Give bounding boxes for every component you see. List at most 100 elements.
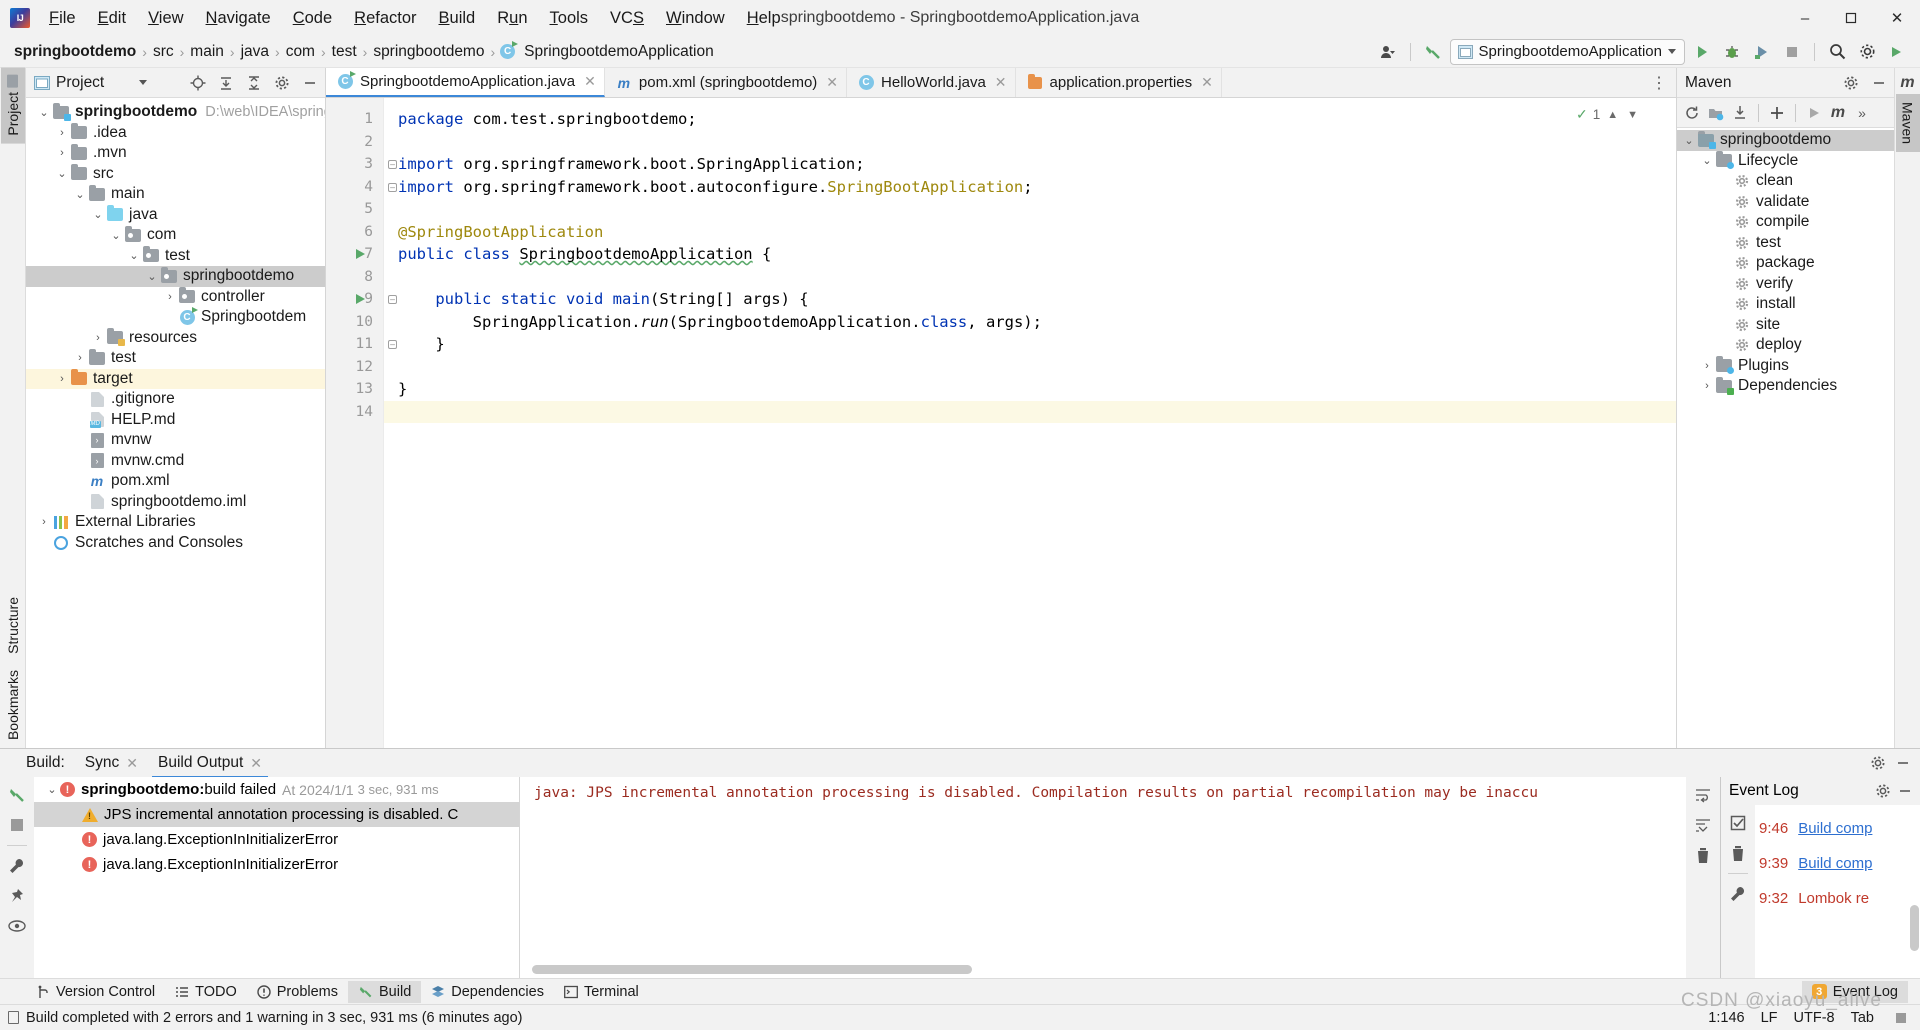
gutter-line[interactable]: 12 [326,356,383,379]
project-tree-row[interactable]: › target [26,368,325,389]
hide-panel-icon[interactable] [299,72,321,94]
gutter-line[interactable]: 1 [326,108,383,131]
trash-icon[interactable] [1725,839,1751,867]
reload-icon[interactable] [1681,102,1703,124]
chevron-down-icon[interactable]: ▼ [1625,109,1640,121]
menu-window[interactable]: Window [655,4,736,32]
code-line[interactable]: import org.springframework.boot.SpringAp… [384,153,1676,176]
file-encoding[interactable]: UTF-8 [1794,1010,1835,1026]
build-tree-row[interactable]: ! java.lang.ExceptionInInitializerError [34,827,519,852]
chevron-down-icon[interactable] [138,80,147,85]
build-output-tree[interactable]: ⌄! springbootdemo: build failed At 2024/1/… [34,777,520,978]
code-line[interactable] [384,400,1676,423]
line-separator[interactable]: LF [1761,1010,1778,1026]
project-tree[interactable]: ⌄ springbootdemo D:\web\IDEA\spring › .idea ›… [26,98,325,748]
code-line[interactable]: } [384,378,1676,401]
tool-button-terminal[interactable]: Terminal [554,981,649,1003]
editor-tabs-more[interactable]: ⋮ [1642,68,1676,97]
chevron-down-icon[interactable]: ⌄ [1699,154,1715,167]
add-maven-project-icon[interactable] [1705,102,1727,124]
settings-icon[interactable] [1867,752,1889,774]
project-tree-row[interactable]: ⌄ test [26,246,325,267]
editor-gutter[interactable]: 1 2 3–4–5 6 7 8 9–10 11–12 13 14 [326,98,397,748]
maven-tree-row[interactable]: site [1677,315,1894,336]
sidebar-item-maven[interactable]: Maven [1895,94,1920,153]
minimize-button[interactable]: – [1782,0,1828,36]
project-tree-row[interactable]: › test [26,348,325,369]
maven-tree-row[interactable]: install [1677,294,1894,315]
debug-icon[interactable] [1719,39,1745,65]
breadcrumb-item-6[interactable]: springbootdemo [369,42,488,62]
close-icon[interactable]: ✕ [826,74,838,91]
download-sources-icon[interactable] [1729,102,1751,124]
sidebar-item-project[interactable]: Project [0,68,25,144]
project-tree-row[interactable]: .gitignore [26,389,325,410]
close-icon[interactable]: ✕ [584,73,596,90]
menu-help[interactable]: Help [736,4,792,32]
tool-button-dependencies[interactable]: Dependencies [421,981,554,1003]
maven-tree-row[interactable]: › Dependencies [1677,376,1894,397]
project-tree-row[interactable]: MD HELP.md [26,410,325,431]
chevron-right-icon[interactable]: › [72,352,88,364]
code-line[interactable]: public static void main(String[] args) { [384,288,1676,311]
menu-code[interactable]: Code [282,4,343,32]
menu-vcs[interactable]: VCS [599,4,655,32]
mark-read-icon[interactable] [1725,809,1751,837]
chevron-right-icon[interactable]: › [1699,380,1715,392]
more-actions-icon[interactable]: » [1851,102,1873,124]
updates-icon[interactable] [1884,39,1910,65]
gutter-line[interactable]: 13 [326,378,383,401]
code-line[interactable]: @SpringBootApplication [384,221,1676,244]
maven-tree-row[interactable]: ⌄ Lifecycle [1677,151,1894,172]
run-configuration-selector[interactable]: SpringbootdemoApplication [1449,38,1685,65]
hide-panel-icon[interactable] [1894,780,1916,802]
menu-refactor[interactable]: Refactor [343,4,427,32]
plus-icon[interactable] [1766,102,1788,124]
settings-icon[interactable] [271,72,293,94]
more-icon[interactable]: ⋮ [1648,72,1670,94]
gutter-line[interactable]: 7 [326,243,383,266]
event-log-entry[interactable]: 9:39 Build comp [1755,846,1920,881]
code-line[interactable]: SpringApplication.run(SpringbootdemoAppl… [384,311,1676,334]
stop-icon[interactable] [4,811,30,839]
breadcrumb-item-3[interactable]: java [237,42,273,62]
breadcrumb-item-2[interactable]: main [186,42,228,62]
event-link[interactable]: Build comp [1798,820,1872,837]
gutter-line[interactable]: 9– [326,288,397,311]
stop-icon[interactable] [1779,39,1805,65]
close-icon[interactable]: ✕ [995,74,1007,91]
soft-wrap-icon[interactable] [1690,781,1716,809]
expand-all-icon[interactable] [215,72,237,94]
chevron-right-icon[interactable]: › [54,373,70,385]
event-link[interactable]: Build comp [1798,855,1872,872]
project-tree-row[interactable]: ⌄ springbootdemo [26,266,325,287]
run-gutter-icon[interactable] [356,294,365,304]
settings-icon[interactable] [1854,39,1880,65]
code-line[interactable]: import org.springframework.boot.autoconf… [384,176,1676,199]
tool-button-event-log[interactable]: 3 Event Log [1801,980,1908,1003]
maven-tree-row[interactable]: clean [1677,171,1894,192]
menu-navigate[interactable]: Navigate [195,4,282,32]
project-tree-row[interactable]: m pom.xml [26,471,325,492]
trash-icon[interactable] [1690,841,1716,869]
code-line[interactable]: } [384,333,1676,356]
chevron-right-icon[interactable]: › [54,147,70,159]
close-icon[interactable]: ✕ [126,755,138,772]
menu-run[interactable]: Run [486,4,538,32]
chevron-down-icon[interactable] [1668,49,1676,54]
tab-sync[interactable]: Sync ✕ [75,750,148,776]
maven-tree-row[interactable]: deploy [1677,335,1894,356]
project-tree-row[interactable]: ⌄ com [26,225,325,246]
tool-button-build[interactable]: Build [348,980,422,1003]
menu-build[interactable]: Build [428,4,487,32]
eye-icon[interactable] [4,912,30,940]
editor-tab[interactable]: C SpringbootdemoApplication.java ✕ [326,68,605,97]
code-line[interactable] [384,266,1676,289]
run-icon[interactable] [1689,39,1715,65]
gutter-line[interactable]: 11– [326,333,397,356]
gutter-line[interactable]: 10 [326,311,383,334]
editor-tab-bar[interactable]: C SpringbootdemoApplication.java ✕ m pom.xml… [326,68,1676,98]
run-with-coverage-icon[interactable] [1749,39,1775,65]
chevron-down-icon[interactable]: ⌄ [54,167,70,180]
gutter-line[interactable]: 5 [326,198,383,221]
